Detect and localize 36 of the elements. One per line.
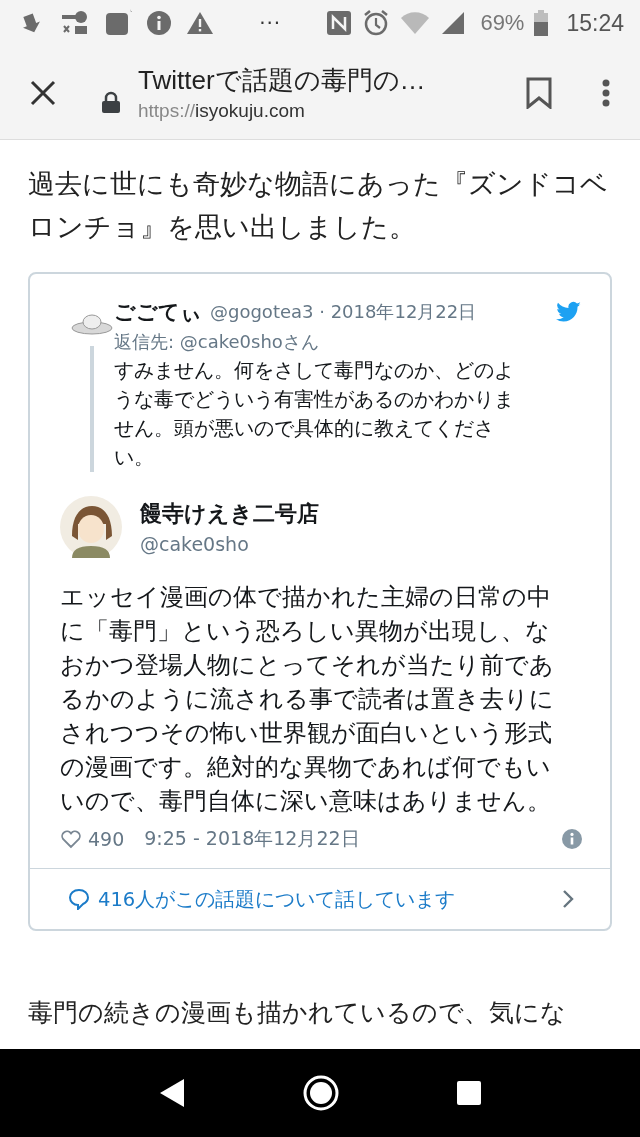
lock-icon [102,90,120,113]
user-name: 饅寺けえき二号店 [140,500,319,528]
chevron-right-icon [562,889,574,909]
conversation-text[interactable]: 416人がこの話題について話しています [98,885,562,913]
info-icon[interactable] [562,829,582,849]
battery-icon [534,10,549,36]
info-icon [146,10,172,36]
bird-icon[interactable] [556,301,582,323]
wifi-icon [400,11,431,35]
battery-percentage: 69% [480,10,525,36]
clock-time: 15:24 [566,9,624,37]
like-count: 490 [88,828,125,850]
tweet-text: エッセイ漫画の体で描かれた主婦の日常の中に「毒門」という恐ろしい異物が出現し、なおかつ登場人物にとってそれが当たり前であるかのように流される事で読者は置き去りにされつつその怖い世界観が面白いという形式の漫画です。絶対的な異物であれば何でもいいので、毒門自体に深い意味はありません。 [60,582,555,817]
user-name: ごごてぃ [114,299,202,326]
home-icon[interactable] [303,1075,339,1111]
article-paragraph: 過去に世にも奇妙な物語にあった『ズンドコベロンチョ』を思い出しました。 [28,167,609,244]
conversation-link[interactable]: 416人がこの話題について話しています [30,868,610,929]
user-handle: @cake0sho [140,533,250,555]
page-url: https://isyokuju.com [138,100,305,122]
warning-icon [186,10,214,36]
heart-icon[interactable] [60,829,82,849]
more-indicator: ··· [259,11,282,35]
recent-apps-icon[interactable] [455,1080,482,1106]
article-paragraph: 毒門の続きの漫画も描かれているので、気にな [28,997,567,1029]
back-icon[interactable] [158,1078,187,1108]
signal-icon [440,11,467,35]
close-icon[interactable] [30,79,56,106]
nfc-icon [326,10,353,36]
bookmark-icon[interactable] [526,76,552,109]
tweet-timestamp[interactable]: 9:25 - 2018年12月22日 [144,826,562,852]
tweet-text: すみません。何をさして毒門なのか、どのような毒でどういう有害性があるのかわかりません。頭が悪いので具体的に教えてください。 [114,358,515,471]
tweet-meta: @gogotea3 · 2018年12月22日 [210,300,478,324]
page-title: Twitterで話題の毒門の… [138,64,427,97]
speech-bubble-icon [68,888,90,910]
reply-to-link[interactable]: 返信先: @cake0shoさん [114,330,319,354]
more-options-icon[interactable] [602,78,610,107]
